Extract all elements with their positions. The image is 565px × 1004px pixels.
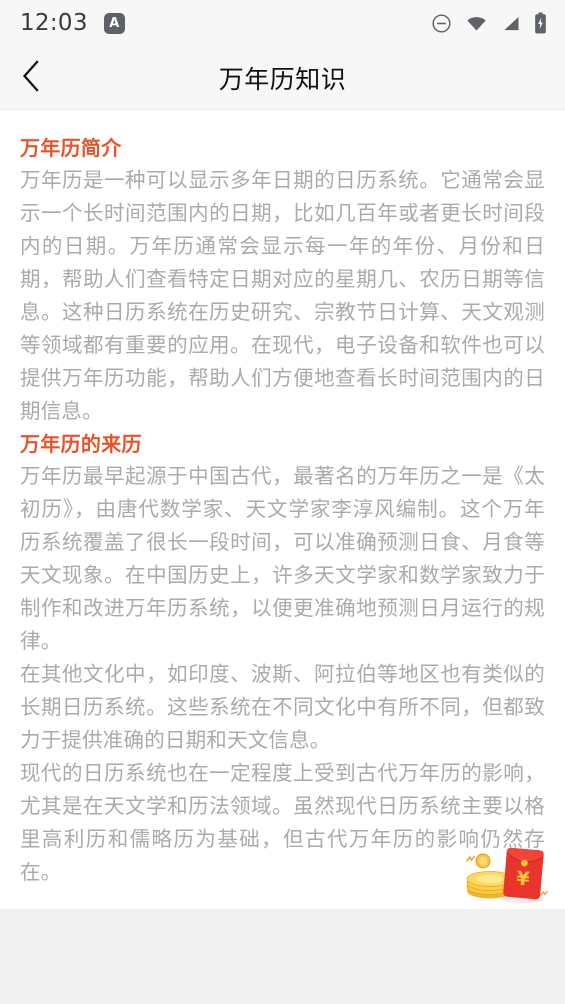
battery-charging-icon	[534, 12, 547, 34]
section-heading-intro: 万年历简介	[20, 136, 122, 160]
red-packet-button[interactable]: ¥	[457, 841, 553, 905]
svg-text:¥: ¥	[515, 867, 530, 890]
section-heading-origin: 万年历的来历	[20, 432, 142, 456]
red-packet-icon: ¥	[466, 847, 548, 903]
section-paragraph-origin-1: 万年历最早起源于中国古代，最著名的万年历之一是《太初历》，由唐代数学家、天文学家…	[20, 464, 545, 653]
page-title: 万年历知识	[218, 64, 347, 94]
status-bar-left: 12:03 A	[20, 10, 125, 36]
app-notification-icon: A	[103, 12, 125, 34]
page-bottom-space	[0, 909, 565, 1004]
cellular-signal-icon	[501, 13, 521, 34]
section-paragraph-origin-2: 在其他文化中，如印度、波斯、阿拉伯等地区也有类似的长期日历系统。这些系统在不同文…	[20, 662, 545, 752]
title-bar: 万年历知识	[0, 46, 565, 110]
section-paragraph-intro-1: 万年历是一种可以显示多年日期的日历系统。它通常会显示一个长时间范围内的日期，比如…	[20, 168, 545, 423]
status-clock: 12:03	[20, 10, 88, 36]
status-bar: 12:03 A	[0, 0, 565, 46]
do-not-disturb-icon	[431, 13, 452, 34]
article-card: 万年历简介 万年历是一种可以显示多年日期的日历系统。它通常会显示一个长时间范围内…	[0, 110, 565, 909]
app-screen: 12:03 A 万年历知识 万年历简介 万年历是一种可以显示多年日期的日历系统。…	[0, 0, 565, 1004]
wifi-icon	[465, 13, 488, 34]
status-bar-right	[431, 12, 547, 34]
